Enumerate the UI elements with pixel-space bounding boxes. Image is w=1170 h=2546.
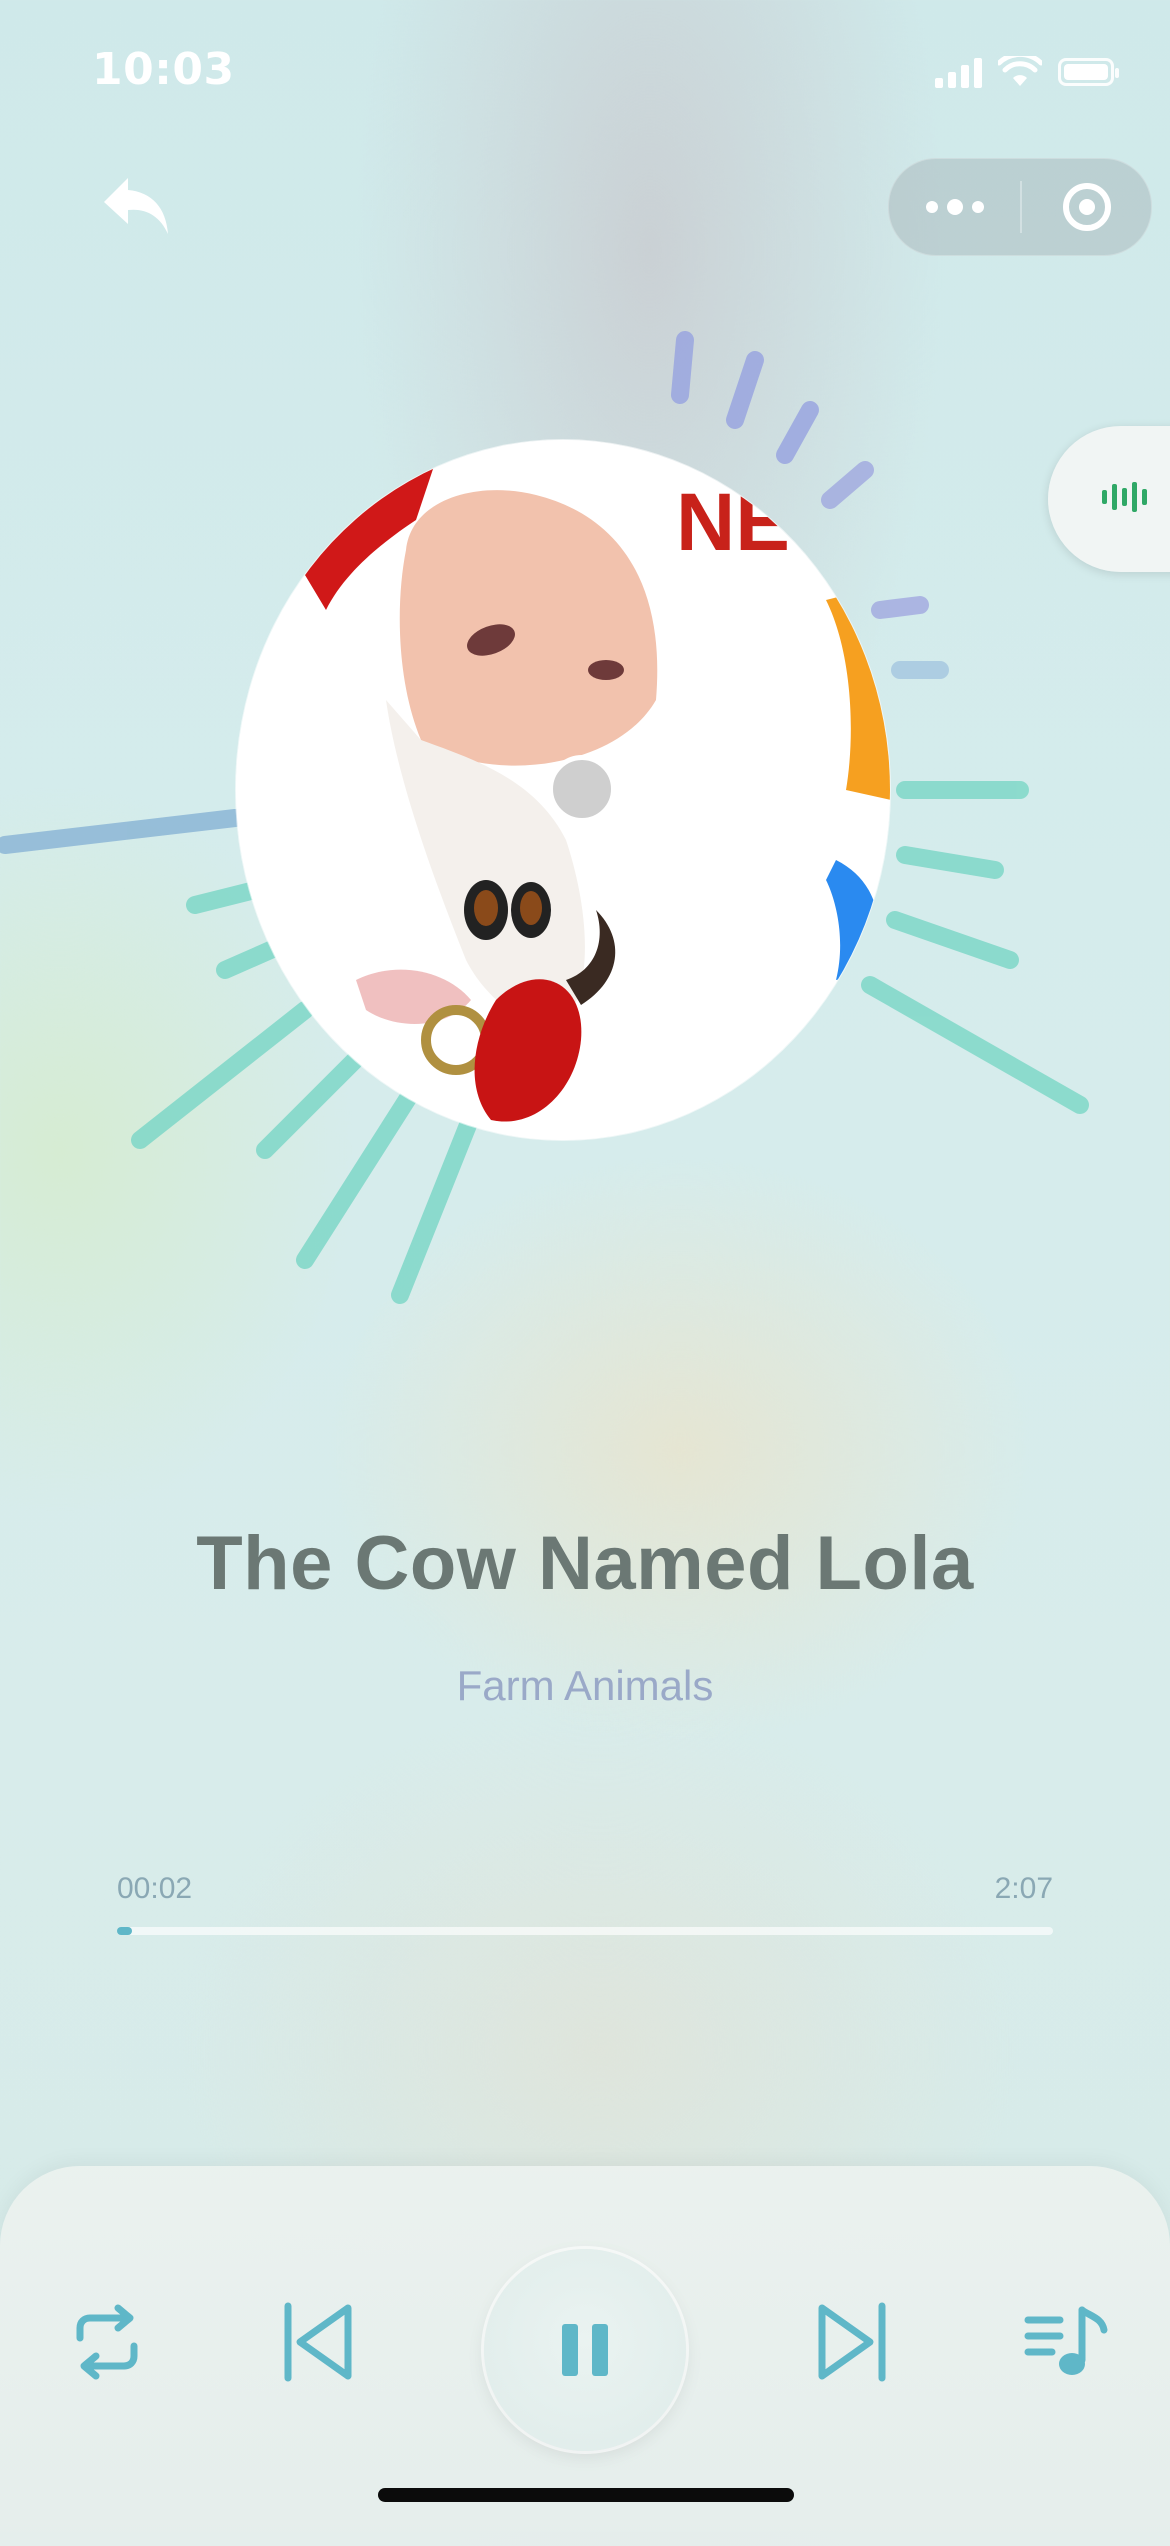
current-time: 00:02 (117, 1872, 193, 1905)
target-circle-icon (1062, 183, 1111, 231)
visualizer-bar (886, 911, 1019, 969)
visualizer-bar (776, 401, 819, 464)
playlist-icon (1024, 2306, 1108, 2375)
visualizer-bar (871, 596, 929, 619)
back-button[interactable] (98, 168, 178, 248)
more-button[interactable] (889, 159, 1020, 255)
visualizer-bar (391, 1111, 479, 1304)
visualizer-bar (256, 1051, 364, 1159)
visualizer-bar (296, 1086, 419, 1269)
visualizer-bar (186, 881, 264, 914)
track-artist: Farm Animals (456, 1662, 714, 1709)
visualizer-bar (861, 976, 1089, 1114)
repeat-icon (76, 2304, 138, 2380)
visualizer-bar (726, 351, 764, 429)
visualizer-bar (216, 939, 284, 979)
visualizer-bar (896, 846, 1004, 879)
status-bar: 10:03 (0, 0, 1170, 150)
repeat-button[interactable] (62, 2302, 152, 2382)
visualizer-bar (671, 331, 694, 404)
more-dots-icon (925, 201, 938, 213)
battery-icon (1058, 58, 1119, 86)
close-button[interactable] (1022, 159, 1151, 255)
visualizer-bar (0, 809, 244, 854)
visualizer-bar (131, 1001, 314, 1149)
progress-bar[interactable] (117, 1927, 1053, 1935)
disc-spindle (548, 755, 616, 823)
menu-capsule (888, 158, 1152, 256)
back-arrow-icon (104, 178, 168, 234)
track-title: The Cow Named Lola (196, 1521, 974, 1606)
status-icons (935, 56, 1119, 88)
signal-icon (935, 56, 982, 88)
playlist-button[interactable] (1024, 2302, 1110, 2382)
skip-next-icon (818, 2302, 886, 2382)
home-indicator (378, 2488, 794, 2502)
pause-icon (562, 2324, 608, 2376)
wifi-icon (998, 56, 1042, 86)
visualizer-bar (821, 461, 874, 509)
skip-previous-icon (284, 2302, 352, 2382)
status-time: 10:03 (92, 44, 235, 95)
progress-fill (117, 1927, 132, 1935)
total-time: 2:07 (994, 1872, 1053, 1905)
previous-button[interactable] (278, 2300, 358, 2384)
next-button[interactable] (812, 2300, 892, 2384)
play-pause-button[interactable] (484, 2249, 686, 2451)
